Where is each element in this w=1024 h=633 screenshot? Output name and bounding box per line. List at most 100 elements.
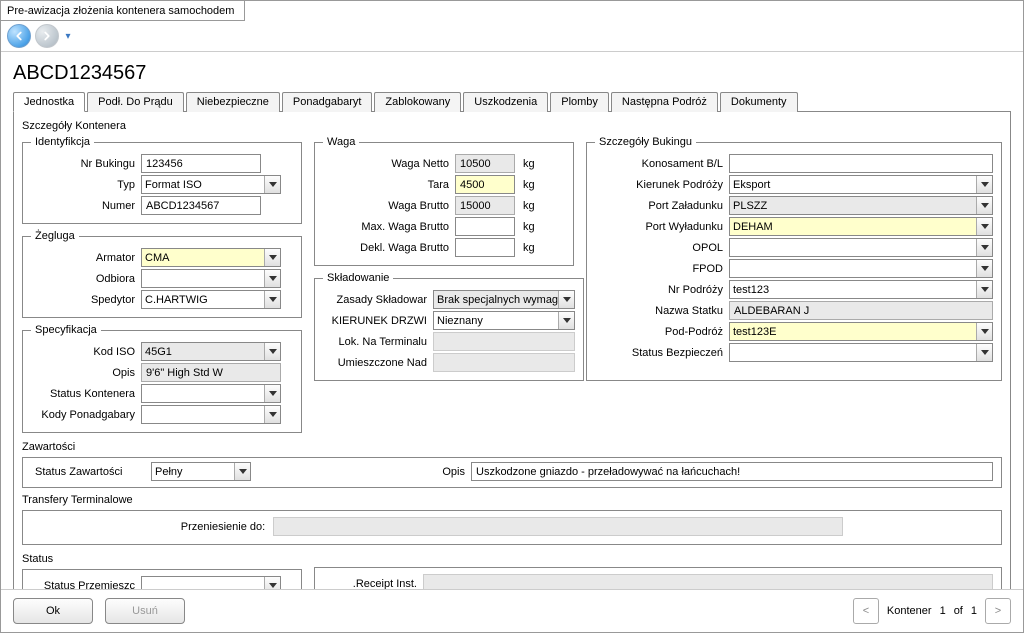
input-numer[interactable]: [141, 196, 261, 215]
input-opis-zawartosci[interactable]: [471, 462, 993, 481]
input-tara[interactable]: [455, 175, 515, 194]
select-fpod[interactable]: [729, 259, 993, 278]
legend-zegluga: Żegluga: [31, 230, 79, 242]
select-status-kontenera[interactable]: [141, 384, 281, 403]
fieldset-transfery: Przeniesienie do:: [22, 510, 1002, 545]
label-waga-netto: Waga Netto: [323, 158, 455, 170]
input-max-waga-brutto[interactable]: [455, 217, 515, 236]
label-opis-spec: Opis: [31, 367, 141, 379]
label-status-kontenera: Status Kontenera: [31, 388, 141, 400]
legend-specyfikacja: Specyfikacja: [31, 324, 101, 336]
tab-zablokowany[interactable]: Zablokowany: [374, 92, 461, 112]
label-kody-ponadgabary: Kody Ponadgabary: [31, 409, 141, 421]
select-status-przemieszczenia[interactable]: [141, 576, 281, 589]
label-odbiora: Odbiora: [31, 273, 141, 285]
label-armator: Armator: [31, 252, 141, 264]
input-waga-brutto: [455, 196, 515, 215]
label-nr-podrozy: Nr Podróży: [595, 284, 729, 296]
readonly-umieszczone-nad: [433, 353, 575, 372]
fieldset-status: Status Przemieszc Status Normalny Konten…: [22, 569, 302, 589]
nav-history-dropdown[interactable]: ▾: [63, 31, 73, 42]
select-kierunek-drzwi[interactable]: Nieznany: [433, 311, 575, 330]
tab-podl-do-pradu[interactable]: Podł. Do Prądu: [87, 92, 184, 112]
pager-next-button[interactable]: >: [985, 598, 1011, 624]
pager-label: Kontener: [887, 605, 932, 617]
select-spedytor[interactable]: C.HARTWIG: [141, 290, 281, 309]
label-opis-zawartosci: Opis: [431, 466, 471, 478]
label-konosament: Konosament B/L: [595, 158, 729, 170]
readonly-receipt-inst: [423, 574, 993, 589]
label-receipt-inst: .Receipt Inst.: [323, 578, 423, 590]
select-kody-ponadgabary[interactable]: [141, 405, 281, 424]
section-status: Status: [22, 553, 302, 565]
footer-bar: Ok Usuń < Kontener 1 of 1 >: [1, 589, 1023, 632]
fieldset-zawartosci: Status Zawartości Pełny Opis: [22, 457, 1002, 488]
pager-current: 1: [940, 605, 946, 617]
label-zasady-skladowania: Zasady Składowar: [323, 294, 433, 306]
select-typ[interactable]: Format ISO: [141, 175, 281, 194]
content-area: ABCD1234567 Jednostka Podł. Do Prądu Nie…: [1, 52, 1023, 589]
label-nazwa-statku: Nazwa Statku: [595, 305, 729, 317]
input-konosament[interactable]: [729, 154, 993, 173]
label-opol: OPOL: [595, 242, 729, 254]
forward-button[interactable]: [35, 24, 59, 48]
select-status-zawartosci[interactable]: Pełny: [151, 462, 251, 481]
label-kierunek-drzwi: KIERUNEK DRZWI: [323, 315, 433, 327]
fieldset-waga: Waga Waga Netto kg Tara kg Waga Brutto k…: [314, 136, 574, 266]
label-tara: Tara: [323, 179, 455, 191]
ok-button[interactable]: Ok: [13, 598, 93, 624]
tab-ponadgabaryt[interactable]: Ponadgabaryt: [282, 92, 373, 112]
tab-nastepna-podroz[interactable]: Następna Podróż: [611, 92, 718, 112]
label-status-bezpieczenstwa: Status Bezpieczeń: [595, 347, 729, 359]
tab-panel-jednostka: Szczegóły Kontenera Identyfikcja Nr Buki…: [13, 112, 1011, 589]
app-window: Pre-awizacja złożenia kontenera samochod…: [0, 0, 1024, 633]
select-status-bezpieczenstwa[interactable]: [729, 343, 993, 362]
select-kod-iso[interactable]: 45G1: [141, 342, 281, 361]
select-armator[interactable]: CMA: [141, 248, 281, 267]
input-nazwa-statku: [729, 301, 993, 320]
select-opol[interactable]: [729, 238, 993, 257]
unit-kg-4: kg: [523, 221, 535, 233]
label-port-wyladunku: Port Wyładunku: [595, 221, 729, 233]
select-zasady-skladowania[interactable]: Brak specjalnych wymag: [433, 290, 575, 309]
select-nr-podrozy[interactable]: test123: [729, 280, 993, 299]
input-nr-bukingu[interactable]: [141, 154, 261, 173]
tab-strip: Jednostka Podł. Do Prądu Niebezpieczne P…: [13, 91, 1011, 112]
unit-kg-2: kg: [523, 179, 535, 191]
fieldset-identyfikacja: Identyfikcja Nr Bukingu Typ Format ISO N…: [22, 136, 302, 224]
tab-jednostka[interactable]: Jednostka: [13, 92, 85, 112]
select-port-zaladunku[interactable]: PLSZZ: [729, 196, 993, 215]
legend-identyfikacja: Identyfikcja: [31, 136, 94, 148]
readonly-lok-na-terminalu: [433, 332, 575, 351]
pager: < Kontener 1 of 1 >: [853, 598, 1011, 624]
select-kierunek-podrozy[interactable]: Eksport: [729, 175, 993, 194]
select-port-wyladunku[interactable]: DEHAM: [729, 217, 993, 236]
input-dekl-waga-brutto[interactable]: [455, 238, 515, 257]
pager-total: 1: [971, 605, 977, 617]
tab-plomby[interactable]: Plomby: [550, 92, 609, 112]
label-dekl-waga-brutto: Dekl. Waga Brutto: [323, 242, 455, 254]
label-kod-iso: Kod ISO: [31, 346, 141, 358]
label-waga-brutto: Waga Brutto: [323, 200, 455, 212]
pager-of: of: [954, 605, 963, 617]
back-button[interactable]: [7, 24, 31, 48]
tab-uszkodzenia[interactable]: Uszkodzenia: [463, 92, 548, 112]
label-spedytor: Spedytor: [31, 294, 141, 306]
label-przeniesienie-do: Przeniesienie do:: [181, 521, 273, 533]
select-pod-podroz[interactable]: test123E: [729, 322, 993, 341]
label-pod-podroz: Pod-Podróż: [595, 326, 729, 338]
select-odbiora[interactable]: [141, 269, 281, 288]
label-nr-bukingu: Nr Bukingu: [31, 158, 141, 170]
label-port-zaladunku: Port Załadunku: [595, 200, 729, 212]
fieldset-receipt: .Receipt Inst. Uwagi: [314, 567, 1002, 589]
usun-button[interactable]: Usuń: [105, 598, 185, 624]
legend-waga: Waga: [323, 136, 359, 148]
tab-niebezpieczne[interactable]: Niebezpieczne: [186, 92, 280, 112]
label-numer: Numer: [31, 200, 141, 212]
tab-dokumenty[interactable]: Dokumenty: [720, 92, 798, 112]
label-status-przemieszczenia: Status Przemieszc: [31, 580, 141, 590]
pager-prev-button[interactable]: <: [853, 598, 879, 624]
legend-skladowanie: Składowanie: [323, 272, 393, 284]
legend-szczegoly-bukingu: Szczegóły Bukingu: [595, 136, 696, 148]
fieldset-zegluga: Żegluga Armator CMA Odbiora Spedytor C.H…: [22, 230, 302, 318]
